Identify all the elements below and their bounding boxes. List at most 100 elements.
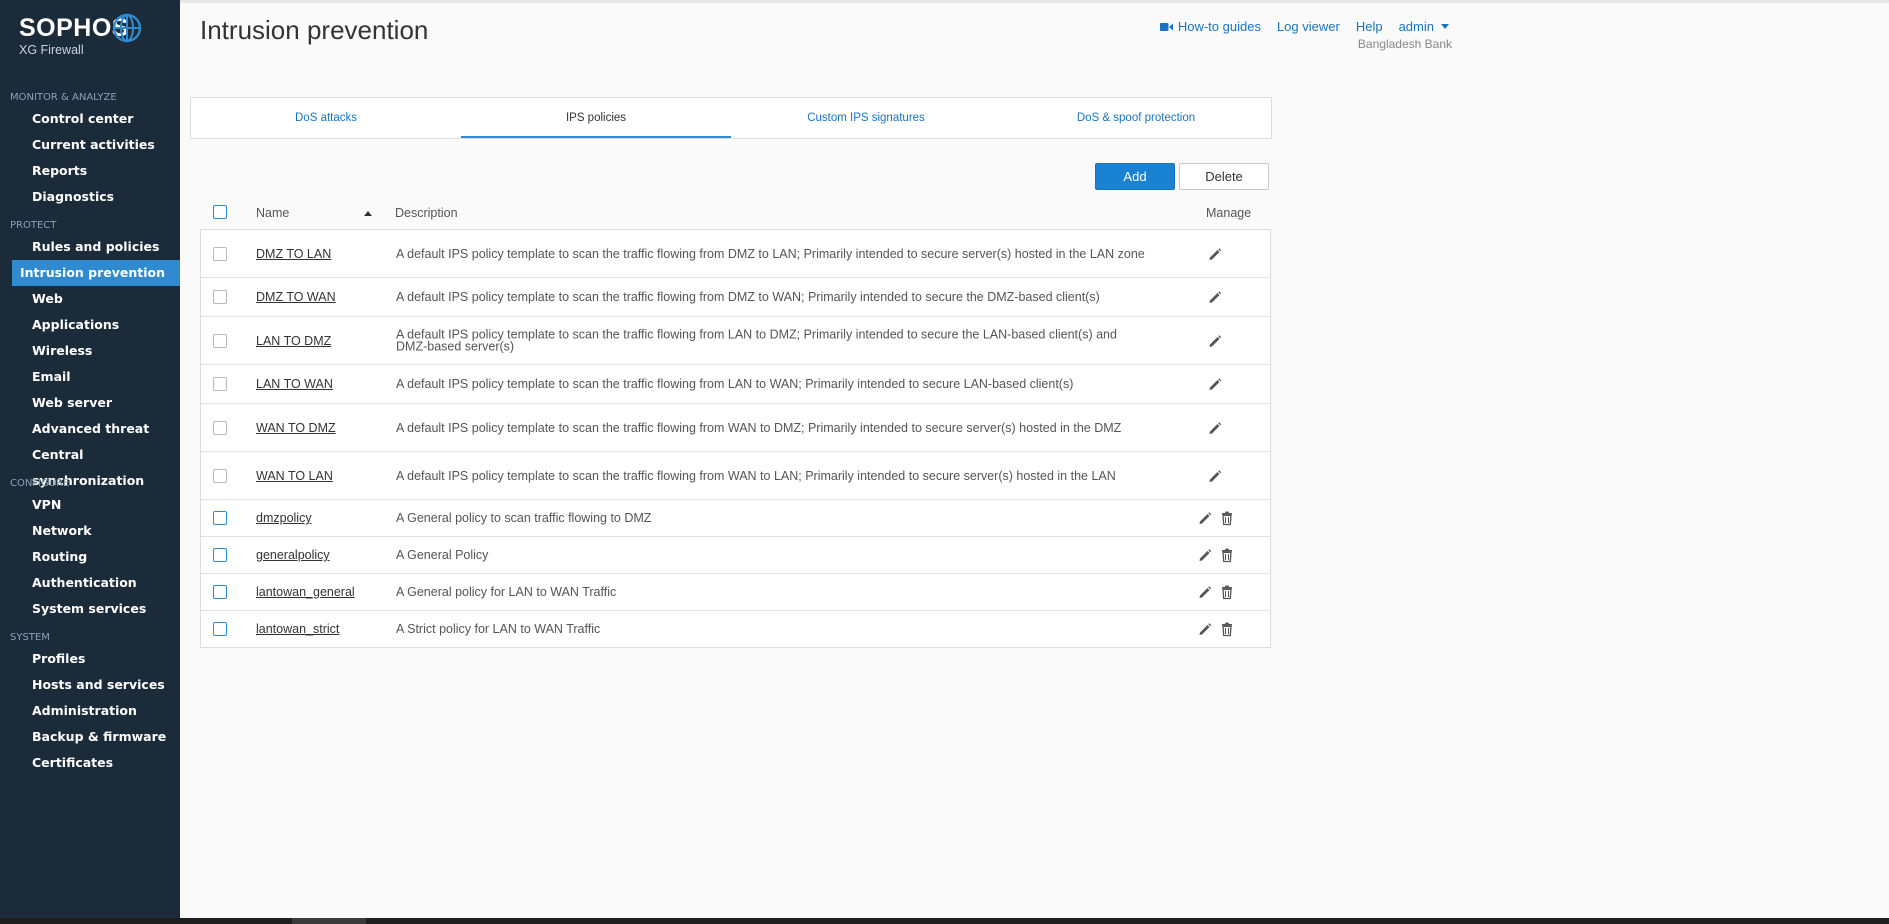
pencil-icon[interactable] <box>1207 376 1223 392</box>
row-checkbox[interactable] <box>213 333 227 348</box>
globe-icon <box>112 13 142 43</box>
policy-name-link[interactable]: dmzpolicy <box>256 511 312 525</box>
table-header: Name Description Manage <box>200 201 1270 225</box>
policy-name-link[interactable]: lantowan_strict <box>256 622 339 636</box>
pencil-icon[interactable] <box>1197 510 1213 526</box>
policy-description: A default IPS policy template to scan th… <box>396 289 1100 304</box>
sidebar-item-advanced-threat[interactable]: Advanced threat <box>12 416 180 442</box>
policy-description: A default IPS policy template to scan th… <box>396 327 1117 354</box>
sidebar-item-web-server[interactable]: Web server <box>12 390 180 416</box>
trash-icon[interactable] <box>1219 510 1235 526</box>
sidebar-item-system-services[interactable]: System services <box>12 596 180 622</box>
sidebar-item-authentication[interactable]: Authentication <box>12 570 180 596</box>
row-checkbox[interactable] <box>213 377 227 391</box>
scrollbar-thumb[interactable] <box>292 918 366 924</box>
table-row: lantowan_general A General policy for LAN… <box>201 574 1270 611</box>
chevron-down-icon <box>1441 24 1449 29</box>
row-checkbox[interactable] <box>213 420 227 435</box>
row-checkbox[interactable] <box>213 548 227 562</box>
policy-name-link[interactable]: DMZ TO LAN <box>256 247 331 261</box>
policy-name-link[interactable]: LAN TO DMZ <box>256 334 331 348</box>
sidebar-item-profiles[interactable]: Profiles <box>12 646 180 672</box>
sidebar-item-web[interactable]: Web <box>12 286 180 312</box>
sidebar-item-intrusion-prevention[interactable]: Intrusion prevention <box>12 260 180 286</box>
policy-description: A General policy to scan traffic flowing… <box>396 510 652 525</box>
table-row: DMZ TO LAN A default IPS policy template … <box>201 230 1270 278</box>
sidebar-item-rules-and-policies[interactable]: Rules and policies <box>12 234 180 260</box>
sidebar-item-control-center[interactable]: Control center <box>12 106 180 132</box>
tab-dos-attacks[interactable]: DoS attacks <box>191 98 461 138</box>
sidebar-item-email[interactable]: Email <box>12 364 180 390</box>
sidebar-item-diagnostics[interactable]: Diagnostics <box>12 184 180 210</box>
tab-dos-and-spoof-protection[interactable]: DoS & spoof protection <box>1001 98 1271 138</box>
row-checkbox[interactable] <box>213 290 227 304</box>
sidebar-nav: MONITOR & ANALYZE Control center Current a… <box>0 90 180 776</box>
trash-icon[interactable] <box>1219 584 1235 600</box>
row-checkbox[interactable] <box>213 622 227 636</box>
row-checkbox[interactable] <box>213 511 227 525</box>
sidebar-item-central-synchronization[interactable]: Central synchronization <box>12 442 180 488</box>
trash-icon[interactable] <box>1219 621 1235 637</box>
column-header-name[interactable]: Name <box>256 206 289 220</box>
policy-name-link[interactable]: WAN TO DMZ <box>256 421 336 435</box>
how-to-guides-link[interactable]: How-to guides <box>1159 19 1261 34</box>
select-all-checkbox[interactable] <box>213 205 227 219</box>
policy-description: A General policy for LAN to WAN Traffic <box>396 584 617 599</box>
trash-icon[interactable] <box>1219 547 1235 563</box>
sidebar-item-vpn[interactable]: VPN <box>12 492 180 518</box>
help-link[interactable]: Help <box>1356 19 1383 34</box>
sidebar-item-administration[interactable]: Administration <box>12 698 180 724</box>
horizontal-scrollbar[interactable] <box>0 918 1889 924</box>
manage-actions <box>1207 289 1223 305</box>
add-button[interactable]: Add <box>1095 163 1175 190</box>
row-checkbox[interactable] <box>213 246 227 261</box>
main-content: Intrusion prevention How-to guides Log v… <box>180 3 1889 918</box>
policy-description: A Strict policy for LAN to WAN Traffic <box>396 621 601 636</box>
product-name: XG Firewall <box>19 43 84 57</box>
sidebar: SOPHOS XG Firewall MONITOR & ANALYZE Cont… <box>0 0 180 918</box>
policy-name-link[interactable]: lantowan_general <box>256 585 355 599</box>
user-menu[interactable]: admin <box>1399 19 1449 34</box>
sort-ascending-icon[interactable] <box>364 211 372 216</box>
tab-bar: DoS attacks IPS policies Custom IPS signat… <box>190 97 1272 139</box>
sidebar-item-reports[interactable]: Reports <box>12 158 180 184</box>
manage-actions <box>1197 547 1235 563</box>
delete-button[interactable]: Delete <box>1179 163 1269 190</box>
row-checkbox[interactable] <box>213 585 227 599</box>
sidebar-item-network[interactable]: Network <box>12 518 180 544</box>
sidebar-item-hosts-and-services[interactable]: Hosts and services <box>12 672 180 698</box>
pencil-icon[interactable] <box>1197 621 1213 637</box>
page-title: Intrusion prevention <box>200 15 429 45</box>
manage-actions <box>1197 510 1235 526</box>
column-header-manage: Manage <box>1206 206 1252 220</box>
tab-custom-ips-signatures[interactable]: Custom IPS signatures <box>731 98 1001 138</box>
policy-name-link[interactable]: DMZ TO WAN <box>256 290 336 304</box>
pencil-icon[interactable] <box>1207 468 1223 484</box>
sidebar-item-certificates[interactable]: Certificates <box>12 750 180 776</box>
header-links: How-to guides Log viewer Help admin <box>1159 19 1449 34</box>
policy-name-link[interactable]: generalpolicy <box>256 548 330 562</box>
sidebar-item-wireless[interactable]: Wireless <box>12 338 180 364</box>
sidebar-item-routing[interactable]: Routing <box>12 544 180 570</box>
sidebar-item-backup-and-firmware[interactable]: Backup & firmware <box>12 724 180 750</box>
table-row: dmzpolicy A General policy to scan traffi… <box>201 500 1270 537</box>
sidebar-item-current-activities[interactable]: Current activities <box>12 132 180 158</box>
manage-actions <box>1207 468 1223 484</box>
manage-actions <box>1207 246 1223 262</box>
row-checkbox[interactable] <box>213 468 227 483</box>
pencil-icon[interactable] <box>1197 584 1213 600</box>
policy-name-link[interactable]: WAN TO LAN <box>256 469 333 483</box>
sidebar-item-applications[interactable]: Applications <box>12 312 180 338</box>
pencil-icon[interactable] <box>1207 333 1223 349</box>
manage-actions <box>1207 333 1223 349</box>
user-name: admin <box>1398 19 1434 34</box>
table-row: WAN TO LAN A default IPS policy template … <box>201 452 1270 500</box>
tab-ips-policies[interactable]: IPS policies <box>461 98 731 138</box>
sidebar-section-monitor-and-analyze: MONITOR & ANALYZE <box>10 92 117 103</box>
log-viewer-link[interactable]: Log viewer <box>1277 19 1340 34</box>
policy-name-link[interactable]: LAN TO WAN <box>256 377 333 391</box>
pencil-icon[interactable] <box>1207 420 1223 436</box>
pencil-icon[interactable] <box>1197 547 1213 563</box>
pencil-icon[interactable] <box>1207 289 1223 305</box>
pencil-icon[interactable] <box>1207 246 1223 262</box>
